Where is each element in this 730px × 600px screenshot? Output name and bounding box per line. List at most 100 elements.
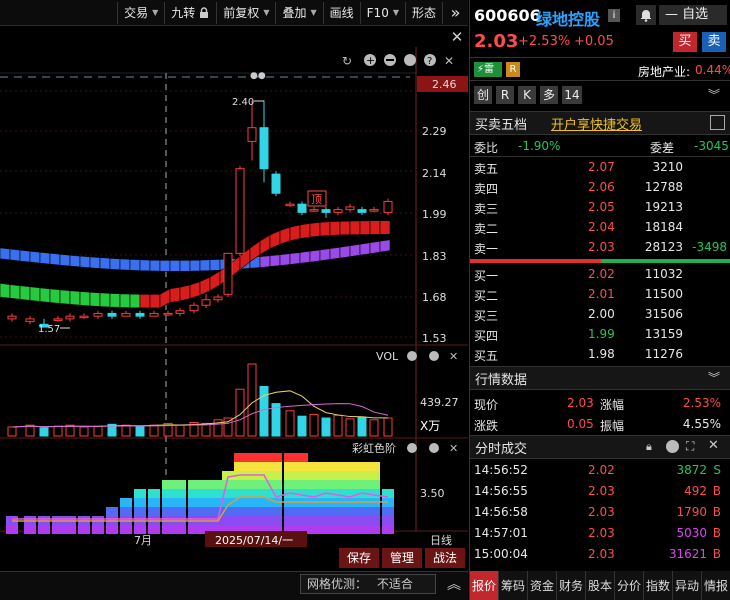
- ask-label: 卖一: [474, 242, 499, 256]
- collapse-up-icon[interactable]: ︽: [444, 574, 464, 594]
- rainbow-band-main: [169, 286, 181, 303]
- help-icon[interactable]: [666, 440, 679, 453]
- bid-label: 买四: [474, 329, 499, 343]
- pattern-label: 形态: [411, 6, 436, 20]
- candle-body: [163, 312, 173, 316]
- tag-k[interactable]: K: [518, 86, 536, 104]
- stock-name: 绿地控股: [536, 10, 601, 29]
- ask-row[interactable]: 卖二 2.04 18184: [470, 217, 730, 237]
- tab-news[interactable]: 情报: [701, 571, 730, 600]
- jiuzhuan-button[interactable]: 九转: [164, 1, 216, 24]
- rainbow-level-block: [356, 471, 368, 480]
- ask-row[interactable]: 卖四 2.06 12788: [470, 177, 730, 197]
- collapse-chevron-icon[interactable]: ︾: [708, 369, 720, 386]
- lock-icon[interactable]: 🔒︎: [646, 440, 652, 454]
- rainbow-level-block: [78, 525, 90, 534]
- sell-button[interactable]: 卖: [702, 32, 726, 52]
- rainbow-level-block: [382, 525, 394, 534]
- rainbow-help-icon[interactable]: [429, 443, 439, 453]
- expand-toolbar-button[interactable]: »: [442, 1, 468, 24]
- vol-axis-label: 439.27: [420, 396, 459, 409]
- x-date-label: 2025/07/14/一: [215, 534, 293, 547]
- open-account-link[interactable]: 开户享快捷交易: [551, 114, 642, 133]
- rainbow-settings-icon[interactable]: [407, 443, 417, 453]
- vol-close-icon[interactable]: ✕: [449, 350, 458, 363]
- tab-quote[interactable]: 报价: [469, 571, 498, 600]
- close-icon[interactable]: ✕: [708, 438, 719, 453]
- tab-index[interactable]: 指数: [643, 571, 672, 600]
- bid-row[interactable]: 买五 1.98 11276: [470, 344, 730, 364]
- rainbow-level-block: [296, 507, 308, 516]
- trade-dropdown[interactable]: 交易 ▼: [117, 1, 164, 24]
- grid-test-value: 不适合: [376, 577, 413, 591]
- rainbow-close-icon[interactable]: ✕: [449, 442, 458, 455]
- buy-button[interactable]: 买: [673, 32, 697, 52]
- tab-price-dist[interactable]: 分价: [614, 571, 643, 600]
- grid-test-box[interactable]: 网格优测： 不适合: [300, 574, 436, 594]
- rainbow-level-block: [106, 507, 118, 516]
- vol-help-icon[interactable]: [429, 351, 439, 361]
- tab-chips[interactable]: 筹码: [498, 571, 527, 600]
- calculator-icon[interactable]: [710, 115, 725, 130]
- rainbow-level-block: [258, 507, 270, 516]
- volume-bar: [7, 426, 17, 437]
- bid-price: 2.01: [588, 287, 615, 301]
- kline-chart[interactable]: ↻ + ? ✕ 2.46 2.29 2.14 1.99 1.83 1.68 1.…: [0, 47, 468, 570]
- ask-row[interactable]: 卖三 2.05 19213: [470, 197, 730, 217]
- rainbow-band-blue: [379, 239, 391, 253]
- manage-button[interactable]: 管理: [382, 548, 422, 568]
- tag-chuang[interactable]: 创: [474, 86, 492, 104]
- vol-settings-icon[interactable]: [407, 351, 417, 361]
- rainbow-band-blue: [279, 253, 291, 266]
- tab-equity[interactable]: 股本: [585, 571, 614, 600]
- ask-label: 卖四: [474, 182, 499, 196]
- tag-duo[interactable]: 多: [540, 86, 558, 104]
- rainbow-level-block: [296, 462, 308, 471]
- pattern-button[interactable]: 形态: [404, 1, 442, 24]
- draw-line-button[interactable]: 画线: [322, 1, 360, 24]
- candle-body: [345, 206, 355, 211]
- fullscreen-icon[interactable]: ⛶: [686, 439, 694, 454]
- volume-bar: [321, 417, 331, 437]
- rainbow-level-block: [174, 480, 186, 489]
- rainbow-band-main: [49, 288, 61, 304]
- watchlist-button[interactable]: — 自选: [659, 5, 727, 25]
- save-button[interactable]: 保存: [339, 548, 379, 568]
- strategy-button[interactable]: 战法: [425, 548, 465, 568]
- market-data-header[interactable]: 行情数据: [470, 366, 730, 390]
- bid-row[interactable]: 买四 1.99 13159: [470, 324, 730, 344]
- candle-body: [247, 127, 257, 142]
- thunder-badge[interactable]: ⚡雷: [474, 62, 502, 77]
- bid-row[interactable]: 买一 2.02 11032: [470, 264, 730, 284]
- overlay-dropdown[interactable]: 叠加 ▼: [275, 1, 322, 24]
- close-icon[interactable]: ✕: [448, 28, 466, 46]
- bid-row[interactable]: 买三 2.00 31506: [470, 304, 730, 324]
- volume-bar: [383, 417, 393, 437]
- tick-row: 14:57:01 2.03 5030 B: [470, 523, 730, 543]
- adjust-dropdown[interactable]: 前复权 ▼: [216, 1, 275, 24]
- industry-label[interactable]: 房地产业:: [638, 63, 690, 80]
- settings-gear-icon[interactable]: [404, 54, 416, 66]
- refresh-icon[interactable]: ↻: [342, 54, 352, 68]
- rainbow-level-block: [162, 525, 174, 534]
- bid-row[interactable]: 买二 2.01 11500: [470, 284, 730, 304]
- expand-chevron-icon[interactable]: ︾: [708, 86, 720, 103]
- f10-dropdown[interactable]: F10 ▼: [359, 1, 405, 24]
- close-panel-icon[interactable]: ✕: [444, 54, 454, 68]
- tab-finance[interactable]: 财务: [556, 571, 585, 600]
- tab-funds[interactable]: 资金: [527, 571, 556, 600]
- rainbow-level-block: [162, 489, 174, 498]
- tab-alerts[interactable]: 异动: [672, 571, 701, 600]
- candle-body: [213, 296, 223, 301]
- ask-label: 卖三: [474, 202, 499, 216]
- ask-row[interactable]: 卖五 2.07 3210: [470, 157, 730, 177]
- tag-r[interactable]: R: [496, 86, 514, 104]
- r-badge[interactable]: R: [506, 62, 520, 77]
- tag-14[interactable]: 14: [562, 86, 582, 104]
- period-label[interactable]: 日线: [430, 533, 452, 547]
- volume-bar: [297, 415, 307, 437]
- info-icon[interactable]: i: [608, 9, 620, 22]
- bell-icon[interactable]: [636, 5, 656, 25]
- tick-price: 2.03: [588, 547, 615, 561]
- ask-row[interactable]: 卖一 2.03 28123 -3498: [470, 237, 730, 257]
